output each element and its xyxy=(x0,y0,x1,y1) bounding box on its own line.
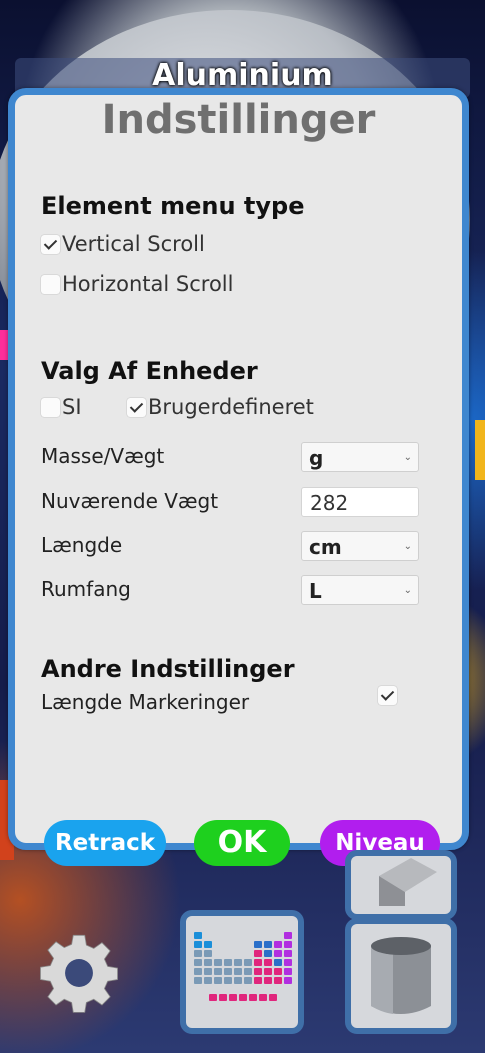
length-unit-select[interactable]: cm ⌄ xyxy=(301,531,419,561)
settings-title: Indstillinger xyxy=(101,97,376,143)
mass-unit-value: g xyxy=(309,446,324,470)
volume-unit-value: L xyxy=(309,579,322,603)
volume-unit-select[interactable]: L ⌄ xyxy=(301,575,419,605)
other-settings-heading: Andre Indstillinger xyxy=(41,655,295,683)
volume-label: Rumfang xyxy=(41,577,131,601)
chevron-down-icon: ⌄ xyxy=(403,585,412,596)
custom-units-checkbox[interactable] xyxy=(127,397,146,417)
chevron-down-icon: ⌄ xyxy=(403,452,412,463)
chevron-down-icon: ⌄ xyxy=(403,541,412,552)
length-label: Længde xyxy=(41,533,123,557)
cube-shape-button[interactable] xyxy=(345,850,457,920)
vertical-scroll-option[interactable]: Vertical Scroll xyxy=(41,232,205,256)
cube-icon xyxy=(379,858,437,906)
gear-icon[interactable] xyxy=(38,932,120,1014)
length-unit-value: cm xyxy=(309,535,342,559)
length-markings-checkbox[interactable] xyxy=(378,686,397,705)
cylinder-icon xyxy=(371,937,431,1014)
background-yellow-marker xyxy=(475,420,485,480)
length-markings-option[interactable] xyxy=(378,686,399,705)
mass-unit-select[interactable]: g ⌄ xyxy=(301,442,419,472)
periodic-table-icon xyxy=(194,932,294,1012)
cylinder-shape-button[interactable] xyxy=(345,918,457,1034)
retrack-button[interactable]: Retrack xyxy=(44,820,166,866)
element-menu-heading: Element menu type xyxy=(41,192,305,220)
si-checkbox[interactable] xyxy=(41,397,60,417)
vertical-scroll-checkbox[interactable] xyxy=(41,234,60,254)
custom-units-label: Brugerdefineret xyxy=(148,395,314,419)
custom-units-option[interactable]: Brugerdefineret xyxy=(127,395,314,419)
current-weight-input[interactable]: 282 xyxy=(301,487,419,517)
vertical-scroll-label: Vertical Scroll xyxy=(62,232,205,256)
current-weight-label: Nuværende Vægt xyxy=(41,489,219,513)
units-heading: Valg Af Enheder xyxy=(41,357,258,385)
si-option[interactable]: SI xyxy=(41,395,82,419)
length-markings-label: Længde Markeringer xyxy=(41,690,250,714)
periodic-table-button[interactable] xyxy=(180,910,304,1034)
horizontal-scroll-option[interactable]: Horizontal Scroll xyxy=(41,272,233,296)
settings-panel: Indstillinger Element menu type Vertical… xyxy=(8,88,469,850)
ok-button[interactable]: OK xyxy=(194,820,290,866)
horizontal-scroll-checkbox[interactable] xyxy=(41,274,60,294)
mass-label: Masse/Vægt xyxy=(41,444,165,468)
horizontal-scroll-label: Horizontal Scroll xyxy=(62,272,234,296)
si-label: SI xyxy=(62,395,82,419)
